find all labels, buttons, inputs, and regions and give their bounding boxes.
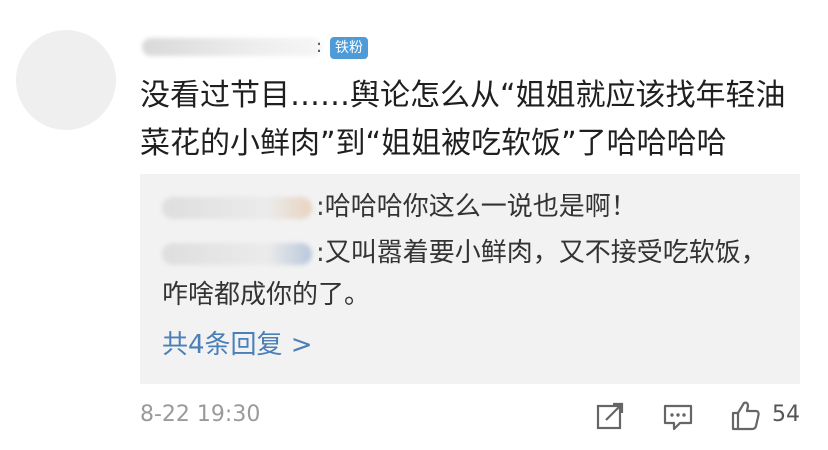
share-button[interactable] [592,398,628,434]
like-count: 54 [772,402,800,427]
thumbs-up-icon [731,401,760,431]
reply-item[interactable]: :哈哈哈你这么一说也是啊！ [162,186,782,228]
fan-badge: 铁粉 [330,37,368,59]
username-separator: : [316,36,323,57]
view-all-replies-link[interactable]: 共4条回复 > [162,324,313,361]
reply-box: :哈哈哈你这么一说也是啊！ :又叫嚣着要小鲜肉，又不接受吃软饭，咋啥都成你的了。… [140,174,800,384]
reply-username-redacted[interactable] [162,196,312,219]
comment-text: 没看过节目……舆论怎么从“姐姐就应该找年轻油菜花的小鲜肉”到“姐姐被吃软饭”了哈… [140,78,786,161]
username-redacted[interactable] [142,38,322,56]
reply-separator: : [316,192,325,222]
reply-text: 哈哈哈你这么一说也是啊！ [324,192,637,222]
reply-separator: : [316,238,325,268]
reply-username-redacted[interactable] [162,242,312,265]
comment-icon [663,404,693,431]
share-icon [596,402,624,430]
comment-button[interactable] [660,398,696,434]
reply-item[interactable]: :又叫嚣着要小鲜肉，又不接受吃软饭，咋啥都成你的了。 [162,232,782,316]
like-button[interactable] [728,398,764,434]
comment-footer: 8-22 19:30 54 [140,398,808,438]
timestamp: 8-22 19:30 [140,402,261,427]
avatar[interactable] [16,30,116,130]
